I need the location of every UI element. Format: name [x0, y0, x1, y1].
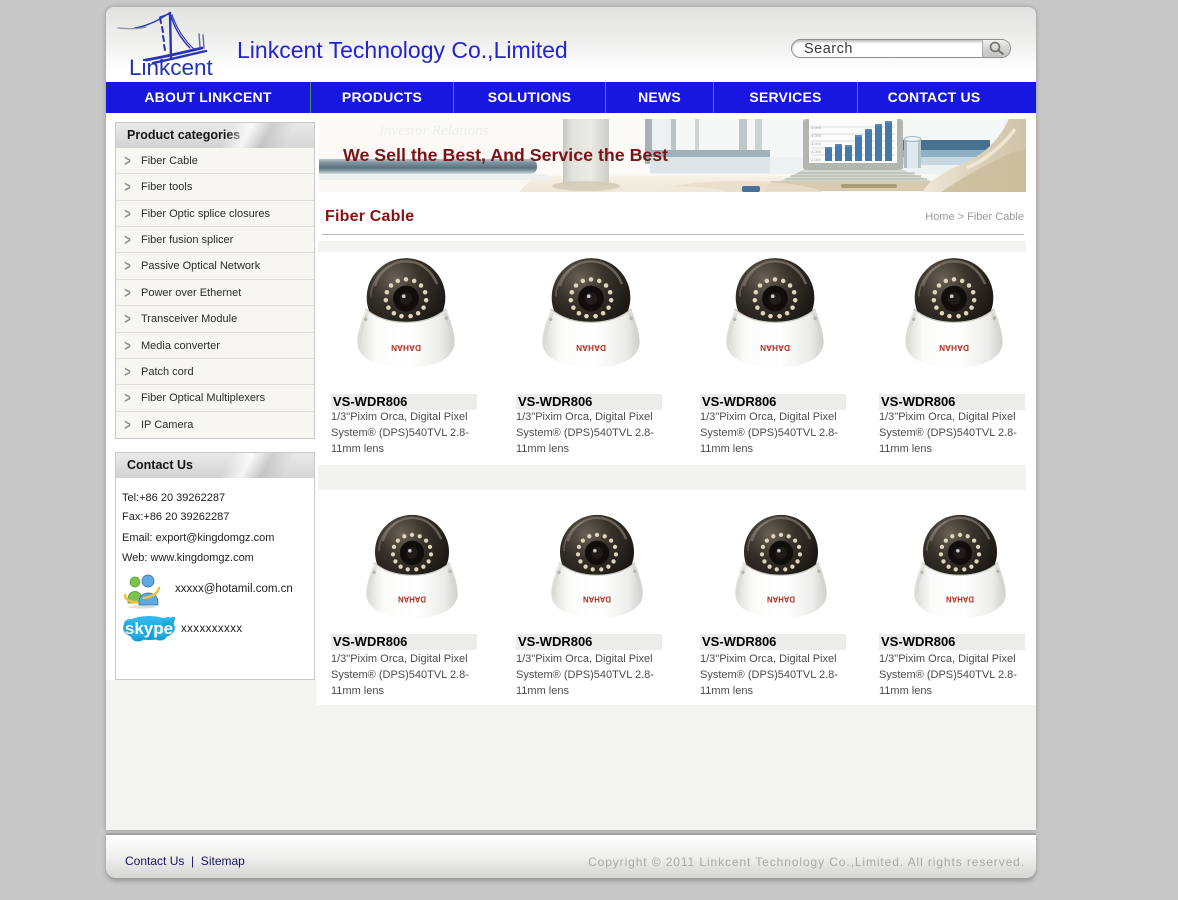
svg-text:2,000: 2,000	[811, 149, 822, 154]
svg-text:1,000: 1,000	[811, 157, 822, 162]
svg-text:Investor Relations: Investor Relations	[378, 123, 489, 139]
svg-text:4,000: 4,000	[811, 133, 822, 138]
svg-text:skype: skype	[125, 619, 173, 638]
svg-text:3,000: 3,000	[811, 141, 822, 146]
svg-text:5,000: 5,000	[811, 125, 822, 130]
